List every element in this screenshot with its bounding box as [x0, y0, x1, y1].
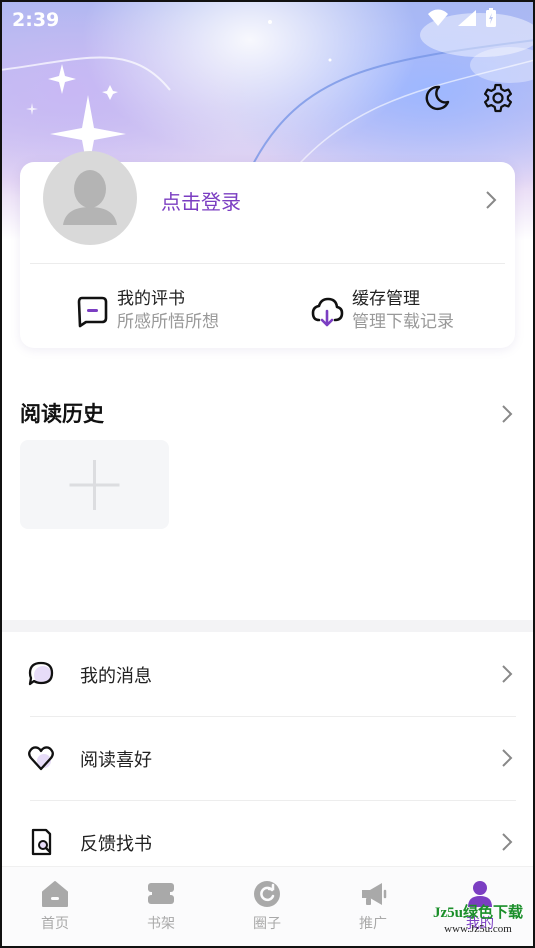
message-icon [28, 661, 54, 686]
tab-label: 推广 [359, 916, 387, 932]
bookshelf-icon [148, 883, 174, 904]
status-time: 2:39 [12, 9, 60, 31]
status-bar: 2:39 [0, 0, 535, 40]
cloud-download-icon [311, 297, 344, 327]
search-book-icon [31, 828, 52, 856]
megaphone-icon [362, 883, 387, 905]
tab-label: 圈子 [253, 916, 281, 932]
tab-circle[interactable]: 圈子 [227, 879, 307, 933]
tab-promote[interactable]: 推广 [333, 879, 413, 933]
cache-management-button[interactable]: 缓存管理 管理下载记录 [310, 288, 454, 334]
default-user-icon [63, 170, 117, 225]
heart-icon [28, 746, 54, 771]
menu-label: 反馈找书 [80, 834, 152, 855]
cache-management-title: 缓存管理 [352, 289, 420, 309]
tab-home[interactable]: 首页 [15, 879, 95, 933]
watermark: Jz5u绿色下载 www.Jz5u.com [428, 905, 528, 937]
status-icons [427, 8, 497, 28]
tab-label: 首页 [41, 916, 69, 932]
plus-icon [69, 460, 120, 510]
menu-label: 我的消息 [80, 666, 152, 687]
chevron-right-icon[interactable] [500, 404, 514, 424]
comment-icon [77, 296, 108, 328]
menu-label: 阅读喜好 [80, 750, 152, 771]
section-separator [0, 620, 535, 632]
chevron-right-icon [502, 833, 513, 851]
chevron-right-icon [502, 749, 513, 767]
login-link[interactable]: 点击登录 [161, 186, 241, 215]
chevron-right-icon[interactable] [484, 190, 498, 210]
menu-item-reading-preferences[interactable]: 阅读喜好 [0, 716, 535, 800]
battery-icon [486, 8, 496, 27]
watermark-line1: Jz5u绿色下载 [432, 905, 523, 921]
tab-label: 书架 [147, 916, 175, 932]
my-reviews-button[interactable]: 我的评书 所感所悟所想 [75, 288, 219, 334]
menu-item-my-messages[interactable]: 我的消息 [0, 632, 535, 716]
gear-icon[interactable] [482, 82, 514, 114]
add-book-placeholder[interactable] [20, 440, 169, 529]
chevron-right-icon [502, 665, 513, 683]
my-reviews-title: 我的评书 [117, 289, 185, 309]
moon-icon[interactable] [420, 82, 452, 114]
signal-icon [458, 10, 476, 26]
profile-card: 点击登录 我的评书 所感所悟所想 缓存管理 管理下载记录 [20, 151, 515, 348]
reading-history-title: 阅读历史 [20, 402, 104, 426]
home-icon [42, 881, 68, 907]
tab-bookshelf[interactable]: 书架 [121, 879, 201, 933]
circle-icon [254, 881, 280, 907]
wifi-icon [428, 9, 448, 26]
avatar[interactable] [43, 151, 137, 245]
watermark-line2: www.Jz5u.com [444, 923, 512, 935]
my-reviews-subtitle: 所感所悟所想 [117, 312, 219, 332]
cache-management-subtitle: 管理下载记录 [352, 312, 454, 332]
card-divider [30, 263, 505, 264]
